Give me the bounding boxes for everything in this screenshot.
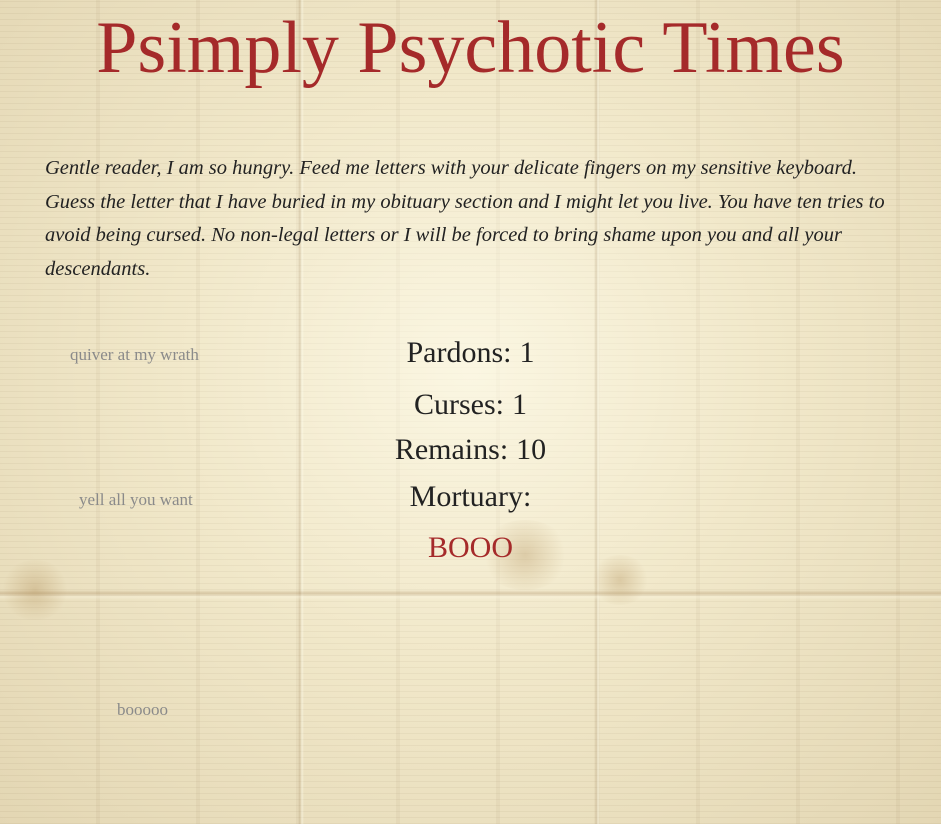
page-title: Psimply Psychotic Times	[96, 7, 845, 89]
pardons-counter: Pardons: 1	[0, 335, 941, 371]
remains-counter: Remains: 10	[0, 432, 941, 468]
curses-value: 1	[512, 388, 527, 421]
intro-paragraph: Gentle reader, I am so hungry. Feed me l…	[45, 157, 885, 280]
remains-value: 10	[516, 433, 547, 466]
paper-stain	[0, 560, 70, 620]
pardons-value: 1	[519, 336, 535, 369]
curses-label: Curses:	[414, 388, 504, 421]
mortuary-label: Mortuary:	[409, 480, 532, 513]
fold-crease	[0, 590, 941, 600]
mortuary-word: BOOO	[427, 531, 513, 564]
remains-label: Remains:	[394, 433, 509, 466]
curses-counter: Curses: 1	[0, 387, 941, 423]
taunt-text: booooo	[117, 700, 168, 719]
pardons-label: Pardons:	[406, 336, 512, 369]
